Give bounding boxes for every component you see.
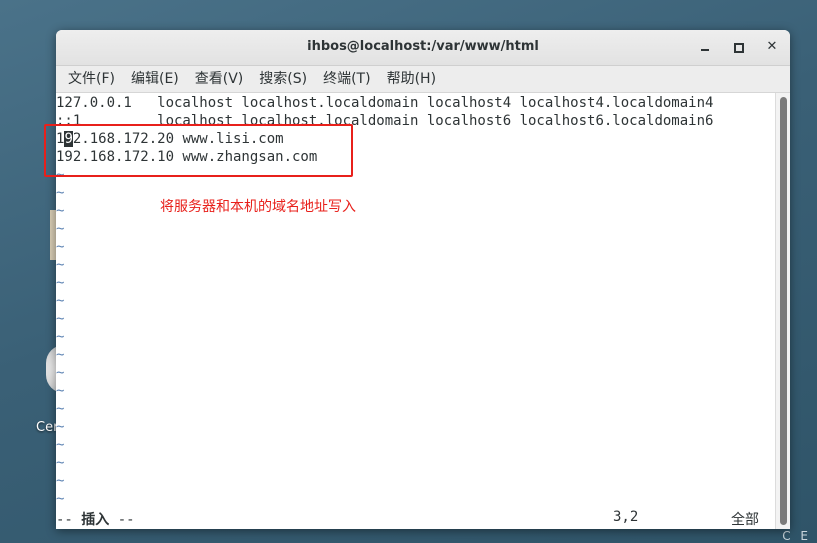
empty-line-marker: ~: [56, 239, 65, 255]
scrollbar-thumb[interactable]: [780, 97, 787, 525]
menu-edit[interactable]: 编辑(E): [123, 66, 187, 92]
empty-line-marker: ~: [56, 347, 65, 363]
empty-line-marker: ~: [56, 275, 65, 291]
empty-line-marker: ~: [56, 383, 65, 399]
empty-line-marker: ~: [56, 419, 65, 435]
mode-prefix: --: [56, 512, 82, 528]
close-button[interactable]: ✕: [763, 38, 781, 56]
hosts-line-1: 127.0.0.1 localhost localhost.localdomai…: [56, 95, 714, 111]
menu-help[interactable]: 帮助(H): [379, 66, 444, 92]
terminal-window: ihbos@localhost:/var/www/html ✕ 文件(F) 编辑…: [56, 30, 790, 529]
menu-view[interactable]: 查看(V): [187, 66, 252, 92]
menu-file[interactable]: 文件(F): [60, 66, 123, 92]
scroll-position: 全部: [731, 512, 759, 528]
empty-line-marker: ~: [56, 311, 65, 327]
menu-search[interactable]: 搜索(S): [251, 66, 315, 92]
empty-line-marker: ~: [56, 401, 65, 417]
maximize-button[interactable]: [729, 38, 747, 56]
empty-line-marker: ~: [56, 455, 65, 471]
empty-line-marker: ~: [56, 185, 65, 201]
empty-line-marker: ~: [56, 221, 65, 237]
window-title: ihbos@localhost:/var/www/html: [307, 39, 539, 54]
mode-indicator: -- 插入 --: [56, 509, 135, 529]
scrollbar[interactable]: [775, 93, 790, 529]
minimize-icon: [701, 49, 709, 51]
empty-line-marker: ~: [56, 473, 65, 489]
close-icon: ✕: [766, 39, 778, 54]
cursor-position: 3,2: [613, 509, 639, 525]
desktop-corner-text: C E: [782, 529, 811, 543]
maximize-icon: [734, 43, 744, 53]
mode-text: 插入: [81, 512, 110, 528]
minimize-button[interactable]: [696, 38, 714, 56]
empty-line-marker: ~: [56, 365, 65, 381]
menu-terminal[interactable]: 终端(T): [315, 66, 378, 92]
menu-bar: 文件(F) 编辑(E) 查看(V) 搜索(S) 终端(T) 帮助(H): [56, 66, 790, 93]
annotation-text: 将服务器和本机的域名地址写入: [160, 199, 356, 215]
mode-suffix: --: [109, 512, 135, 528]
empty-line-marker: ~: [56, 257, 65, 273]
titlebar[interactable]: ihbos@localhost:/var/www/html ✕: [56, 30, 790, 66]
empty-line-marker: ~: [56, 203, 65, 219]
empty-line-marker: ~: [56, 437, 65, 453]
empty-line-marker: ~: [56, 491, 65, 507]
highlight-box: [44, 124, 353, 177]
empty-line-marker: ~: [56, 293, 65, 309]
empty-line-marker: ~: [56, 329, 65, 345]
